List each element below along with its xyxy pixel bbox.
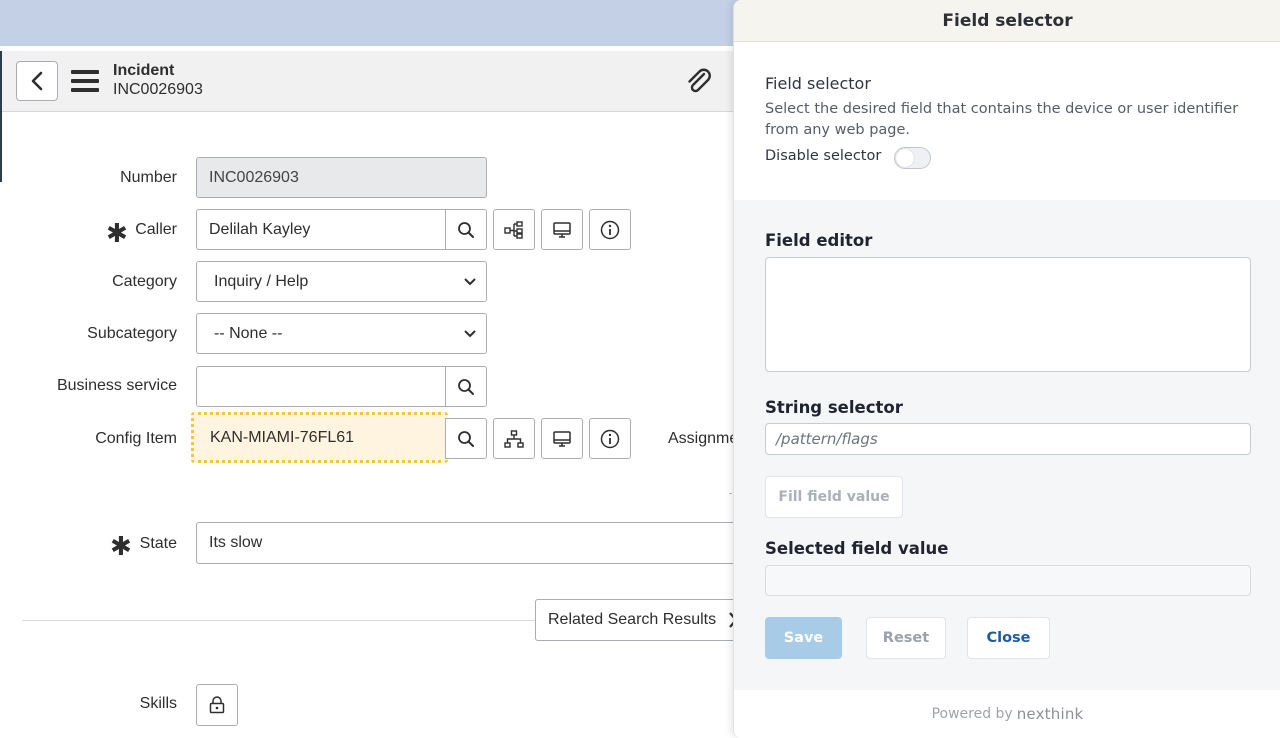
- nexthink-logo: nexthink: [1016, 705, 1084, 723]
- config-item-input[interactable]: KAN-MIAMI-76FL61: [191, 412, 448, 463]
- string-selector-label: String selector: [765, 398, 903, 417]
- editor-section: Field editor String selector /pattern/fl…: [734, 200, 1280, 690]
- panel-header: Field selector: [734, 0, 1280, 42]
- field-selector-panel: Field selector Field selector Select the…: [733, 0, 1280, 738]
- selected-field-value-box: [765, 565, 1251, 596]
- disable-selector-label: Disable selector: [765, 148, 882, 164]
- related-search-results-label: Related Search Results: [548, 611, 717, 628]
- back-button[interactable]: [16, 61, 58, 101]
- business-service-label: Business service: [56, 377, 177, 394]
- selector-description: Select the desired field that contains t…: [765, 101, 1239, 138]
- chevron-down-icon: [464, 329, 476, 337]
- fill-field-value-button[interactable]: Fill field value: [765, 476, 903, 518]
- selected-field-value-label: Selected field value: [765, 539, 949, 558]
- subcategory-label: Subcategory: [87, 325, 177, 342]
- search-icon: [458, 430, 474, 447]
- caller-label: Caller: [135, 221, 177, 238]
- config-item-info-button[interactable]: [589, 418, 631, 459]
- number-label: Number: [120, 169, 177, 186]
- left-rule: [0, 51, 2, 182]
- record-number: INC0026903: [113, 81, 203, 98]
- related-search-results-button[interactable]: Related Search Results: [535, 599, 750, 641]
- selector-section: Field selector Select the desired field …: [734, 42, 1280, 200]
- category-label: Category: [112, 273, 177, 290]
- category-value: Inquiry / Help: [214, 272, 309, 290]
- info-icon: [600, 429, 620, 448]
- business-service-lookup-button[interactable]: [445, 366, 487, 407]
- lock-icon: [209, 696, 225, 714]
- hierarchy-icon: [504, 220, 523, 239]
- skills-lock-button[interactable]: [196, 684, 238, 726]
- disable-selector-toggle[interactable]: [894, 147, 931, 169]
- category-select[interactable]: Inquiry / Help: [196, 261, 487, 302]
- chevron-down-icon: [464, 277, 476, 285]
- record-title: Incident: [113, 62, 175, 79]
- monitor-icon: [553, 221, 571, 238]
- info-icon: [600, 220, 620, 239]
- save-button[interactable]: Save: [765, 617, 842, 659]
- paperclip-icon[interactable]: [684, 67, 714, 97]
- config-item-label: Config Item: [95, 430, 177, 447]
- string-selector-input[interactable]: /pattern/flags: [765, 423, 1251, 455]
- state-label: State: [139, 535, 177, 552]
- skills-label: Skills: [139, 695, 177, 712]
- hierarchy-icon: [504, 429, 524, 448]
- powered-by-text: Powered by: [931, 706, 1013, 722]
- section-divider: [22, 620, 535, 621]
- panel-footer: Powered by nexthink: [734, 690, 1280, 738]
- config-item-lookup-button[interactable]: [445, 418, 487, 459]
- caller-tree-button[interactable]: [493, 209, 535, 250]
- search-icon: [458, 378, 474, 395]
- toggle-knob: [896, 149, 914, 167]
- search-icon: [458, 221, 474, 238]
- hamburger-icon[interactable]: [71, 70, 99, 92]
- number-field: INC0026903: [196, 157, 487, 198]
- caller-lookup-button[interactable]: [445, 209, 487, 250]
- field-editor-label: Field editor: [765, 231, 873, 250]
- config-item-tree-button[interactable]: [493, 418, 535, 459]
- caller-input[interactable]: Delilah Kayley: [196, 209, 448, 250]
- separator-mark: [729, 493, 732, 494]
- subcategory-value: -- None --: [214, 324, 283, 342]
- monitor-icon: [553, 430, 571, 447]
- close-button[interactable]: Close: [967, 617, 1050, 659]
- caller-device-button[interactable]: [541, 209, 583, 250]
- chevron-left-icon: [31, 71, 43, 91]
- field-editor-textarea[interactable]: [765, 257, 1251, 372]
- reset-button[interactable]: Reset: [866, 617, 946, 659]
- assignment-label: Assignme: [668, 430, 739, 447]
- business-service-input[interactable]: [196, 366, 448, 407]
- caller-info-button[interactable]: [589, 209, 631, 250]
- config-item-device-button[interactable]: [541, 418, 583, 459]
- state-input[interactable]: Its slow: [196, 522, 741, 564]
- selector-title: Field selector: [765, 74, 871, 93]
- subcategory-select[interactable]: -- None --: [196, 313, 487, 354]
